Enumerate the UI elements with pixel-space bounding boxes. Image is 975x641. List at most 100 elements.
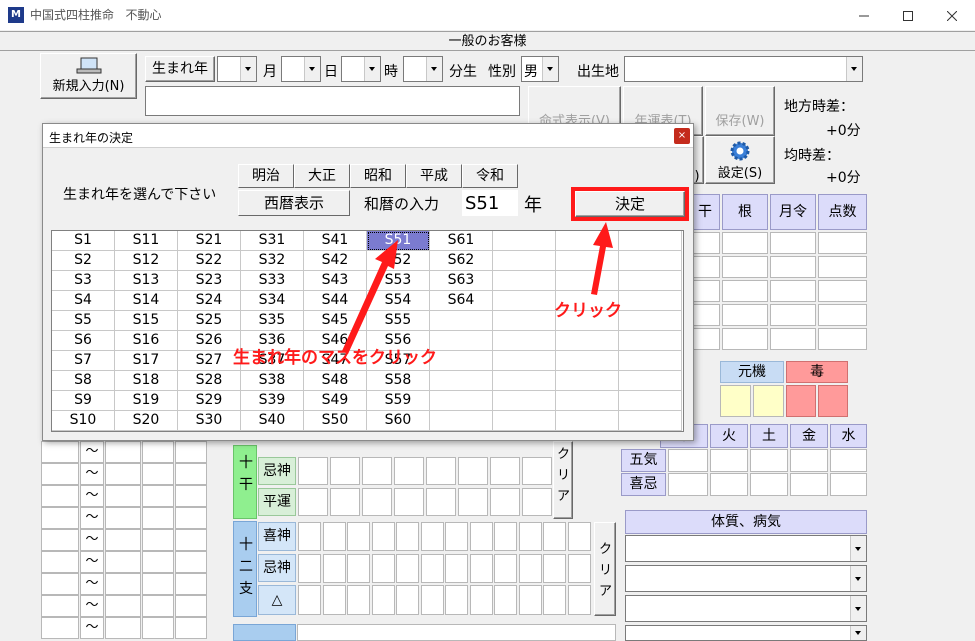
year-cell[interactable]: S15: [115, 311, 178, 331]
element-cell[interactable]: [750, 449, 788, 472]
tilde-cell[interactable]: 〜: [80, 529, 104, 551]
year-cell[interactable]: S25: [178, 311, 241, 331]
wareki-input[interactable]: S51: [462, 190, 518, 216]
year-cell[interactable]: S42: [304, 251, 367, 271]
year-cell[interactable]: S11: [115, 231, 178, 251]
pillar-cell[interactable]: [420, 554, 444, 583]
year-cell[interactable]: S48: [304, 371, 367, 391]
clear-bottom-button[interactable]: ク リ ア: [594, 522, 616, 616]
pillar-cell[interactable]: [567, 554, 591, 583]
era-reiwa-button[interactable]: 令和: [462, 164, 518, 188]
element-cell[interactable]: [830, 473, 867, 496]
maximize-button[interactable]: [885, 0, 931, 30]
year-cell[interactable]: [556, 391, 619, 411]
doku-cell[interactable]: [786, 385, 816, 417]
period-cell[interactable]: [142, 507, 174, 529]
year-cell[interactable]: S38: [241, 371, 304, 391]
year-cell[interactable]: [619, 291, 682, 311]
pillar-cell[interactable]: [445, 522, 468, 551]
result-cell[interactable]: [770, 232, 816, 254]
result-cell[interactable]: [690, 256, 720, 278]
pillar-cell[interactable]: [469, 522, 493, 551]
period-cell[interactable]: [175, 507, 207, 529]
result-cell[interactable]: [770, 304, 816, 326]
year-cell[interactable]: S62: [430, 251, 493, 271]
constitution-combo[interactable]: [625, 625, 867, 641]
era-meiji-button[interactable]: 明治: [238, 164, 294, 188]
period-cell[interactable]: [105, 507, 141, 529]
year-cell[interactable]: [493, 411, 556, 431]
year-cell[interactable]: [430, 331, 493, 351]
year-cell[interactable]: [556, 351, 619, 371]
year-cell[interactable]: [619, 411, 682, 431]
pillar-cell[interactable]: [298, 585, 321, 615]
pillar-cell[interactable]: [543, 554, 566, 583]
tilde-cell[interactable]: 〜: [80, 595, 104, 617]
close-window-button[interactable]: [929, 0, 975, 30]
year-cell[interactable]: S17: [115, 351, 178, 371]
year-cell[interactable]: [493, 271, 556, 291]
pillar-cell[interactable]: [494, 554, 517, 583]
pillar-cell[interactable]: [394, 488, 424, 516]
pillar-cell[interactable]: [371, 585, 395, 615]
year-cell[interactable]: S12: [115, 251, 178, 271]
new-entry-button[interactable]: 新規入力(N): [40, 53, 137, 99]
pillar-cell[interactable]: [458, 488, 488, 516]
tilde-cell[interactable]: 〜: [80, 551, 104, 573]
period-cell[interactable]: [41, 617, 79, 639]
period-cell[interactable]: [175, 551, 207, 573]
year-cell[interactable]: S4: [52, 291, 115, 311]
gender-combo[interactable]: 男: [521, 56, 559, 82]
pillar-cell[interactable]: [567, 585, 591, 615]
result-cell[interactable]: [722, 256, 768, 278]
year-cell[interactable]: S50: [304, 411, 367, 431]
year-cell[interactable]: S27: [178, 351, 241, 371]
element-cell[interactable]: [668, 449, 708, 472]
year-cell[interactable]: S26: [178, 331, 241, 351]
year-cell[interactable]: [493, 351, 556, 371]
year-cell[interactable]: S53: [367, 271, 430, 291]
year-cell[interactable]: S44: [304, 291, 367, 311]
year-cell[interactable]: [556, 371, 619, 391]
year-cell[interactable]: S35: [241, 311, 304, 331]
period-cell[interactable]: [105, 463, 141, 485]
day-combo[interactable]: [341, 56, 381, 82]
result-cell[interactable]: [722, 280, 768, 302]
period-cell[interactable]: [142, 573, 174, 595]
lower-input-cell[interactable]: [297, 624, 616, 641]
year-cell[interactable]: [430, 391, 493, 411]
year-cell[interactable]: S28: [178, 371, 241, 391]
result-cell[interactable]: [722, 304, 768, 326]
pillar-cell[interactable]: [469, 554, 493, 583]
period-cell[interactable]: [142, 617, 174, 639]
year-cell[interactable]: S2: [52, 251, 115, 271]
year-cell[interactable]: S30: [178, 411, 241, 431]
year-cell[interactable]: S21: [178, 231, 241, 251]
pillar-cell[interactable]: [522, 488, 552, 516]
year-cell[interactable]: S55: [367, 311, 430, 331]
element-cell[interactable]: [790, 473, 828, 496]
tilde-cell[interactable]: 〜: [80, 507, 104, 529]
pillar-cell[interactable]: [518, 522, 542, 551]
year-cell[interactable]: S45: [304, 311, 367, 331]
year-cell[interactable]: S40: [241, 411, 304, 431]
year-cell[interactable]: [430, 351, 493, 371]
year-cell[interactable]: S39: [241, 391, 304, 411]
element-cell[interactable]: [710, 473, 748, 496]
period-cell[interactable]: [175, 617, 207, 639]
genki-cell[interactable]: [720, 385, 751, 417]
doku-cell[interactable]: [818, 385, 848, 417]
year-cell[interactable]: S23: [178, 271, 241, 291]
year-cell[interactable]: S58: [367, 371, 430, 391]
year-cell[interactable]: S20: [115, 411, 178, 431]
pillar-cell[interactable]: [445, 554, 468, 583]
pillar-cell[interactable]: [518, 554, 542, 583]
save-button[interactable]: 保存(W): [705, 86, 775, 136]
period-cell[interactable]: [142, 463, 174, 485]
year-cell[interactable]: [493, 331, 556, 351]
pillar-cell[interactable]: [330, 488, 360, 516]
period-cell[interactable]: [105, 573, 141, 595]
pillar-cell[interactable]: [543, 522, 566, 551]
period-cell[interactable]: [41, 573, 79, 595]
year-cell[interactable]: S49: [304, 391, 367, 411]
